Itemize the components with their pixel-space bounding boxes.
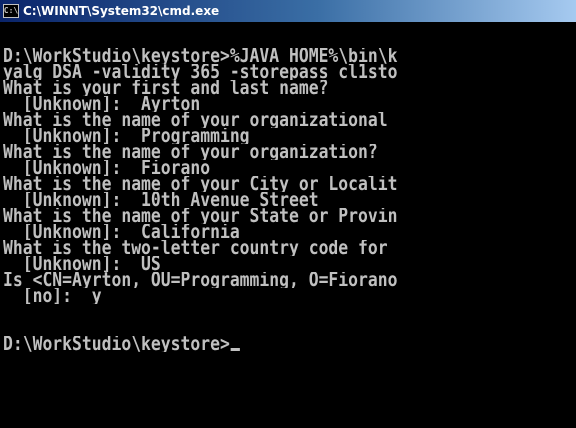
window-title: C:\WINNT\System32\cmd.exe (23, 4, 220, 18)
console-line: Is <CN=Ayrton, OU=Programming, O=Fiorano (3, 272, 398, 288)
console-line: [Unknown]: US (3, 256, 161, 272)
console-line: yalg DSA -validity 365 -storepass cl1sto (3, 64, 398, 80)
text-cursor (230, 348, 240, 351)
console-line: [Unknown]: 10th Avenue Street (3, 192, 319, 208)
title-bar[interactable]: C:\ C:\WINNT\System32\cmd.exe (0, 0, 576, 22)
console-line: [no]: y (3, 288, 102, 304)
console-line: What is your first and last name? (3, 80, 329, 96)
console-line: D:\WorkStudio\keystore>%JAVA_HOME%\bin\k (3, 48, 398, 64)
console-line: [Unknown]: Ayrton (3, 96, 201, 112)
cmd-icon[interactable]: C:\ (3, 4, 19, 18)
command-prompt-line[interactable]: D:\WorkStudio\keystore> (3, 336, 576, 352)
console-line: What is the name of your City or Localit (3, 176, 398, 192)
console-line: [Unknown]: Programming (3, 128, 250, 144)
console-area[interactable]: D:\WorkStudio\keystore>%JAVA_HOME%\bin\k… (0, 22, 576, 428)
console-line: [Unknown]: Fiorano (3, 160, 211, 176)
cmd-window: C:\ C:\WINNT\System32\cmd.exe D:\WorkStu… (0, 0, 576, 428)
command-prompt: D:\WorkStudio\keystore> (3, 336, 230, 352)
console-line: What is the name of your State or Provin (3, 208, 398, 224)
console-line: [Unknown]: California (3, 224, 240, 240)
console-line: What is the name of your organization? (3, 144, 378, 160)
console-line: What is the two-letter country code for (3, 240, 388, 256)
console-line: What is the name of your organizational (3, 112, 388, 128)
